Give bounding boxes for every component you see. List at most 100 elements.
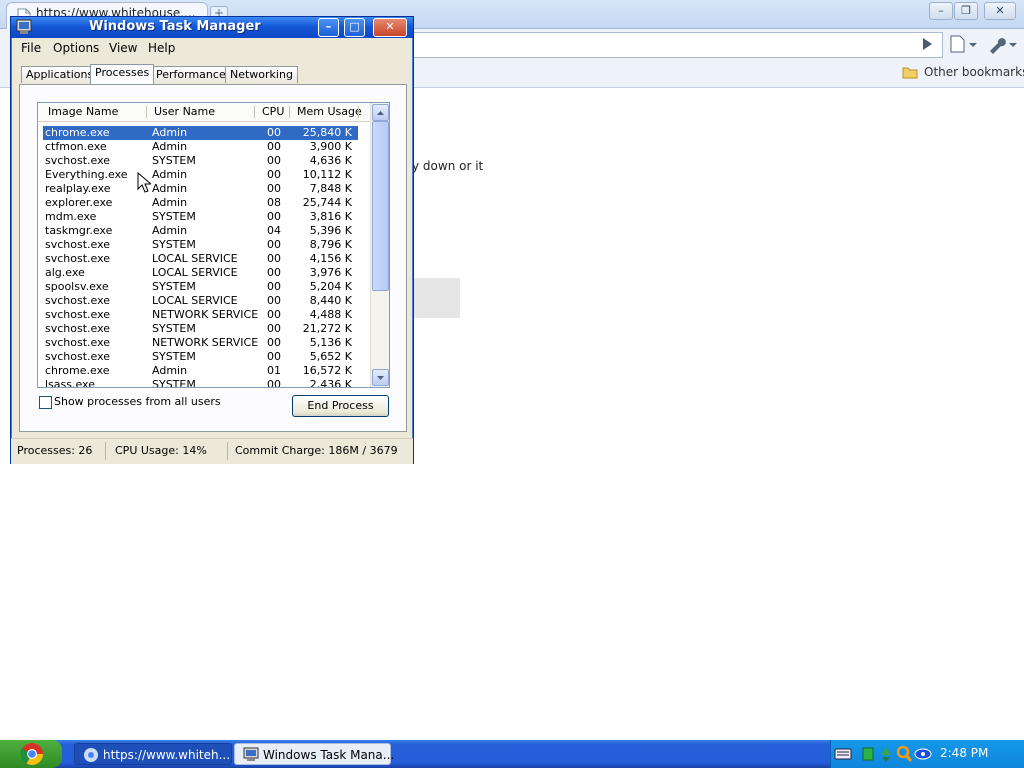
status-divider: [227, 442, 228, 460]
process-user: Admin: [152, 168, 188, 181]
scroll-thumb[interactable]: [372, 121, 389, 291]
vertical-scrollbar[interactable]: [370, 103, 389, 387]
column-divider[interactable]: [289, 106, 290, 118]
process-user: SYSTEM: [152, 238, 196, 251]
table-row[interactable]: alg.exe LOCAL SERVICE 00 3,976 K: [43, 266, 358, 280]
status-processes: Processes: 26: [17, 444, 93, 457]
process-name: svchost.exe: [45, 294, 111, 307]
process-mem: 3,816 K: [309, 210, 352, 223]
process-mem: 7,848 K: [309, 182, 352, 195]
page-text-fragment: y down or it: [412, 159, 484, 173]
table-row[interactable]: svchost.exe LOCAL SERVICE 00 4,156 K: [43, 252, 358, 266]
page-menu-icon[interactable]: [948, 34, 978, 54]
scroll-up-button[interactable]: [372, 104, 389, 121]
green-square-icon[interactable]: [862, 746, 874, 762]
table-row[interactable]: svchost.exe NETWORK SERVICE 00 4,488 K: [43, 308, 358, 322]
process-user: SYSTEM: [152, 154, 196, 167]
tab-performance[interactable]: Performance: [151, 66, 231, 83]
process-mem: 2,436 K: [309, 378, 352, 388]
table-row[interactable]: chrome.exe Admin 00 25,840 K: [43, 126, 358, 140]
process-mem: 25,744 K: [302, 196, 352, 209]
process-mem: 4,636 K: [309, 154, 352, 167]
process-mem: 8,440 K: [309, 294, 352, 307]
process-user: NETWORK SERVICE: [152, 336, 259, 349]
page-grey-block: [412, 278, 460, 318]
process-cpu: 00: [267, 336, 281, 349]
task-manager-title-bar[interactable]: Windows Task Manager – □ ✕: [11, 17, 413, 38]
taskbar-item-browser[interactable]: https://www.whiteh...: [74, 743, 232, 765]
column-user-name[interactable]: User Name: [154, 103, 215, 121]
column-mem-usage[interactable]: Mem Usage: [297, 103, 362, 121]
table-row[interactable]: svchost.exe NETWORK SERVICE 00 5,136 K: [43, 336, 358, 350]
end-process-button[interactable]: End Process: [292, 395, 389, 417]
menu-help[interactable]: Help: [148, 41, 175, 55]
process-mem: 5,396 K: [309, 224, 352, 237]
taskbar-item-label: Windows Task Mana...: [263, 748, 395, 762]
table-row[interactable]: realplay.exe Admin 00 7,848 K: [43, 182, 358, 196]
clock: 2:48 PM: [940, 746, 989, 760]
process-cpu: 00: [267, 252, 281, 265]
process-user: Admin: [152, 126, 188, 139]
go-arrow-icon[interactable]: [918, 36, 936, 52]
menu-file[interactable]: File: [21, 41, 41, 55]
table-row[interactable]: ctfmon.exe Admin 00 3,900 K: [43, 140, 358, 154]
menu-view[interactable]: View: [109, 41, 137, 55]
table-row[interactable]: mdm.exe SYSTEM 00 3,816 K: [43, 210, 358, 224]
tab-processes[interactable]: Processes: [90, 64, 155, 84]
status-bar: Processes: 26 CPU Usage: 14% Commit Char…: [11, 438, 413, 464]
process-cpu: 00: [267, 168, 281, 181]
process-name: svchost.exe: [45, 350, 111, 363]
process-name: alg.exe: [45, 266, 85, 279]
search-icon[interactable]: [896, 745, 912, 763]
recycle-icon[interactable]: [878, 745, 894, 763]
status-cpu-usage: CPU Usage: 14%: [115, 444, 207, 457]
column-image-name[interactable]: Image Name: [48, 103, 118, 121]
process-name: spoolsv.exe: [45, 280, 109, 293]
tab-strip: Applications Processes Performance Netwo…: [21, 64, 401, 86]
column-divider[interactable]: [358, 106, 359, 118]
browser-close-button[interactable]: ✕: [984, 2, 1016, 20]
browser-restore-button[interactable]: ❐: [954, 2, 978, 20]
table-row[interactable]: chrome.exe Admin 01 16,572 K: [43, 364, 358, 378]
address-bar[interactable]: [414, 32, 943, 58]
column-divider[interactable]: [146, 106, 147, 118]
table-row[interactable]: Everything.exe Admin 00 10,112 K: [43, 168, 358, 182]
process-cpu: 00: [267, 294, 281, 307]
table-row[interactable]: svchost.exe LOCAL SERVICE 00 8,440 K: [43, 294, 358, 308]
menu-options[interactable]: Options: [53, 41, 99, 55]
process-name: svchost.exe: [45, 322, 111, 335]
tab-networking[interactable]: Networking: [225, 66, 298, 83]
process-list[interactable]: Image Name User Name CPU Mem Usage chrom…: [37, 102, 390, 388]
browser-minimize-button[interactable]: –: [929, 2, 953, 20]
table-row[interactable]: spoolsv.exe SYSTEM 00 5,204 K: [43, 280, 358, 294]
column-cpu[interactable]: CPU: [262, 103, 284, 121]
process-name: taskmgr.exe: [45, 224, 113, 237]
table-row[interactable]: svchost.exe SYSTEM 00 4,636 K: [43, 154, 358, 168]
tab-applications[interactable]: Applications: [21, 66, 99, 83]
minimize-button[interactable]: –: [318, 18, 339, 37]
process-user: Admin: [152, 224, 188, 237]
table-row[interactable]: lsass.exe SYSTEM 00 2,436 K: [43, 378, 358, 388]
process-user: Admin: [152, 364, 188, 377]
scroll-down-button[interactable]: [372, 369, 389, 386]
close-button[interactable]: ✕: [373, 18, 407, 37]
taskbar-item-task-manager[interactable]: Windows Task Mana...: [234, 743, 395, 765]
process-user: NETWORK SERVICE: [152, 308, 259, 321]
process-name: chrome.exe: [45, 126, 110, 139]
show-all-users-checkbox[interactable]: [39, 396, 52, 409]
keyboard-icon[interactable]: [834, 746, 852, 762]
process-cpu: 08: [267, 196, 281, 209]
maximize-button[interactable]: □: [344, 18, 365, 37]
column-divider[interactable]: [254, 106, 255, 118]
table-row[interactable]: svchost.exe SYSTEM 00 8,796 K: [43, 238, 358, 252]
table-row[interactable]: svchost.exe SYSTEM 00 5,652 K: [43, 350, 358, 364]
process-name: svchost.exe: [45, 336, 111, 349]
table-row[interactable]: explorer.exe Admin 08 25,744 K: [43, 196, 358, 210]
table-row[interactable]: svchost.exe SYSTEM 00 21,272 K: [43, 322, 358, 336]
wrench-icon[interactable]: [986, 34, 1018, 54]
table-row[interactable]: taskmgr.exe Admin 04 5,396 K: [43, 224, 358, 238]
chrome-logo-icon[interactable]: [17, 742, 47, 766]
process-mem: 4,156 K: [309, 252, 352, 265]
network-icon[interactable]: [914, 746, 932, 762]
show-all-users-label[interactable]: Show processes from all users: [54, 395, 221, 408]
